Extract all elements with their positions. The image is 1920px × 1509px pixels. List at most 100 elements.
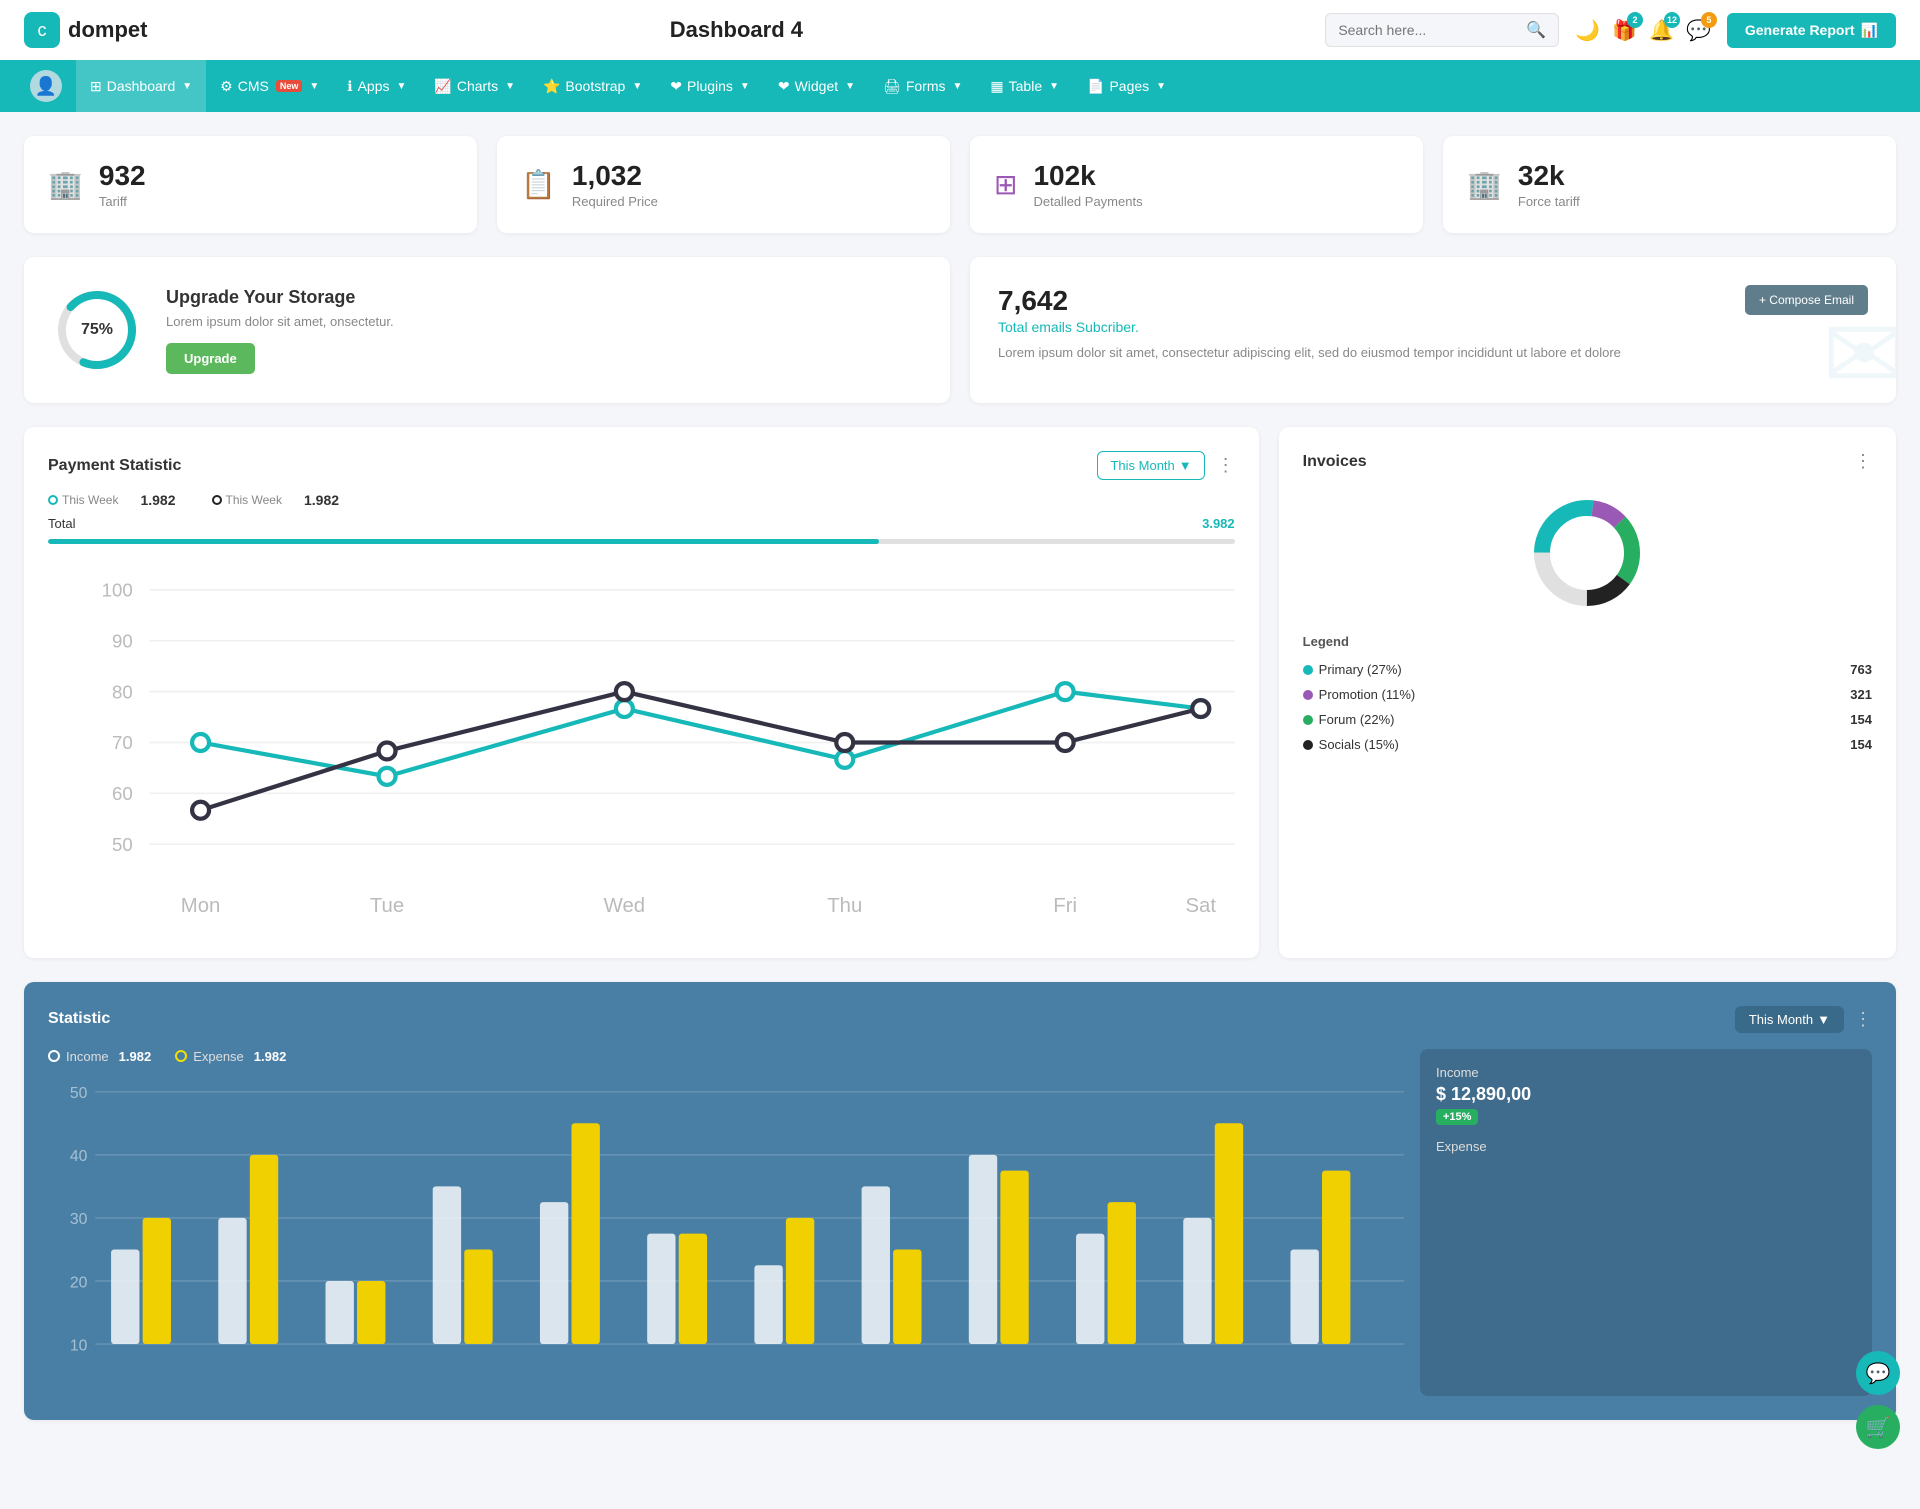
gift-button[interactable]: 🎁2 <box>1612 18 1637 43</box>
widget-icon: ❤ <box>778 78 790 95</box>
nav-item-cms[interactable]: ⚙ CMS New ▼ <box>206 60 333 112</box>
dashboard-icon: ⊞ <box>90 78 102 95</box>
upgrade-button[interactable]: Upgrade <box>166 343 255 374</box>
chat-button[interactable]: 💬5 <box>1686 18 1711 43</box>
bottom-row: Payment Statistic This Month ▼ ⋮ This We… <box>24 427 1896 958</box>
forum-dot <box>1303 715 1313 725</box>
nav-label-forms: Forms <box>906 78 946 94</box>
bootstrap-icon: ⭐ <box>543 78 560 95</box>
moon-button[interactable]: 🌙 <box>1575 18 1600 43</box>
nav-item-dashboard[interactable]: ⊞ Dashboard ▼ <box>76 60 206 112</box>
statistic-this-month-button[interactable]: This Month ▼ <box>1735 1006 1844 1033</box>
gen-report-label: Generate Report <box>1745 22 1855 38</box>
statistic-dropdown-icon: ▼ <box>1817 1012 1830 1027</box>
bell-badge: 12 <box>1664 12 1680 28</box>
nav-label-bootstrap: Bootstrap <box>565 78 625 94</box>
payment-card: Payment Statistic This Month ▼ ⋮ This We… <box>24 427 1259 958</box>
legend-socials: Socials (15%) <box>1303 737 1399 752</box>
main-content: 🏢 932 Tariff 📋 1,032 Required Price ⊞ 10… <box>0 112 1920 1444</box>
nav-item-bootstrap[interactable]: ⭐ Bootstrap ▼ <box>529 60 656 112</box>
svg-text:50: 50 <box>70 1085 88 1102</box>
this-month-button[interactable]: This Month ▼ <box>1097 451 1204 480</box>
promotion-value: 321 <box>1850 687 1872 702</box>
search-box[interactable]: 🔍 <box>1325 13 1559 47</box>
tariff-label: Tariff <box>99 194 146 209</box>
nav-item-charts[interactable]: 📈 Charts ▼ <box>420 60 529 112</box>
storage-info: Upgrade Your Storage Lorem ipsum dolor s… <box>166 287 394 374</box>
email-number: 7,642 <box>998 285 1621 317</box>
statistic-title: Statistic <box>48 1010 110 1028</box>
payment-title: Payment Statistic <box>48 457 181 475</box>
required-price-number: 1,032 <box>572 160 658 192</box>
bar <box>1000 1171 1028 1344</box>
primary-value: 763 <box>1850 662 1872 677</box>
statistic-header-right: This Month ▼ ⋮ <box>1735 1006 1872 1033</box>
email-card: 7,642 Total emails Subcriber. Lorem ipsu… <box>970 257 1896 403</box>
socials-value: 154 <box>1850 737 1872 752</box>
statistic-this-month-label: This Month <box>1749 1012 1813 1027</box>
nav-item-widget[interactable]: ❤ Widget ▼ <box>764 60 869 112</box>
nav-label-dashboard: Dashboard <box>107 78 176 94</box>
search-input[interactable] <box>1338 22 1518 38</box>
list-item: Primary (27%) 763 <box>1303 657 1872 682</box>
bar <box>1290 1249 1318 1344</box>
force-tariff-label: Force tariff <box>1518 194 1580 209</box>
nav-item-forms[interactable]: 🖨 Forms ▼ <box>869 60 976 112</box>
detailed-payments-label: Detalled Payments <box>1033 194 1142 209</box>
generate-report-button[interactable]: Generate Report 📊 <box>1727 13 1896 48</box>
bar <box>111 1249 139 1344</box>
invoices-legend-list: Primary (27%) 763 Promotion (11%) 321 Fo… <box>1303 657 1872 757</box>
float-cart-button[interactable]: 🛒 <box>1856 1405 1900 1449</box>
svg-text:20: 20 <box>70 1274 88 1291</box>
apps-icon: ℹ <box>347 78 352 95</box>
storage-desc: Lorem ipsum dolor sit amet, onsectetur. <box>166 314 394 329</box>
nav-avatar[interactable]: 👤 <box>16 60 76 112</box>
detailed-payments-icon: ⊞ <box>994 168 1017 201</box>
svg-text:Sat: Sat <box>1185 895 1216 917</box>
invoices-title: Invoices <box>1303 453 1367 471</box>
svg-text:40: 40 <box>70 1148 88 1165</box>
tariff-number: 932 <box>99 160 146 192</box>
invoices-more-button[interactable]: ⋮ <box>1854 451 1872 472</box>
list-item: Promotion (11%) 321 <box>1303 682 1872 707</box>
bar <box>754 1265 782 1344</box>
nav-item-pages[interactable]: 📄 Pages ▼ <box>1073 60 1180 112</box>
detailed-payments-number: 102k <box>1033 160 1142 192</box>
legend-label-2: This Week <box>226 493 282 507</box>
nav-item-plugins[interactable]: ❤ Plugins ▼ <box>656 60 764 112</box>
payment-progress-bar <box>48 539 1235 544</box>
legend-primary: Primary (27%) <box>1303 662 1402 677</box>
nav: 👤 ⊞ Dashboard ▼ ⚙ CMS New ▼ ℹ Apps ▼ 📈 C… <box>0 60 1920 112</box>
nav-label-charts: Charts <box>457 78 498 94</box>
float-chat-button[interactable]: 💬 <box>1856 1351 1900 1395</box>
force-tariff-icon: 🏢 <box>1467 168 1502 201</box>
bar <box>786 1218 814 1344</box>
nav-item-apps[interactable]: ℹ Apps ▼ <box>333 60 420 112</box>
bell-button[interactable]: 🔔12 <box>1649 18 1674 43</box>
income-legend-value: 1.982 <box>119 1049 152 1064</box>
income-panel-amount: $ 12,890,00 <box>1436 1084 1856 1105</box>
bar <box>143 1218 171 1344</box>
stat-card-force-tariff: 🏢 32k Force tariff <box>1443 136 1896 233</box>
invoices-donut-chart <box>1303 488 1872 618</box>
plugins-icon: ❤ <box>670 78 682 95</box>
bar <box>433 1186 461 1344</box>
bar <box>1322 1171 1350 1344</box>
statistic-side-panel: Income $ 12,890,00 +15% Expense <box>1420 1049 1872 1396</box>
payment-more-button[interactable]: ⋮ <box>1217 455 1235 476</box>
pages-icon: 📄 <box>1087 78 1104 95</box>
gift-badge: 2 <box>1627 12 1643 28</box>
logo-text: dompet <box>68 17 147 43</box>
charts-icon: 📈 <box>434 78 451 95</box>
income-expense-legends: Income 1.982 Expense 1.982 <box>48 1049 1404 1064</box>
stat-card-tariff: 🏢 932 Tariff <box>24 136 477 233</box>
nav-item-table[interactable]: ▦ Table ▼ <box>976 60 1073 112</box>
total-label: Total <box>48 516 75 531</box>
bar <box>1076 1234 1104 1344</box>
legend-label-1: This Week <box>62 493 118 507</box>
invoices-legend-header: Legend <box>1303 634 1872 649</box>
expense-legend-label: Expense <box>193 1049 244 1064</box>
pages-arrow: ▼ <box>1156 81 1166 92</box>
header: c dompet Dashboard 4 🔍 🌙 🎁2 🔔12 💬5 Gener… <box>0 0 1920 60</box>
statistic-more-button[interactable]: ⋮ <box>1854 1009 1872 1030</box>
